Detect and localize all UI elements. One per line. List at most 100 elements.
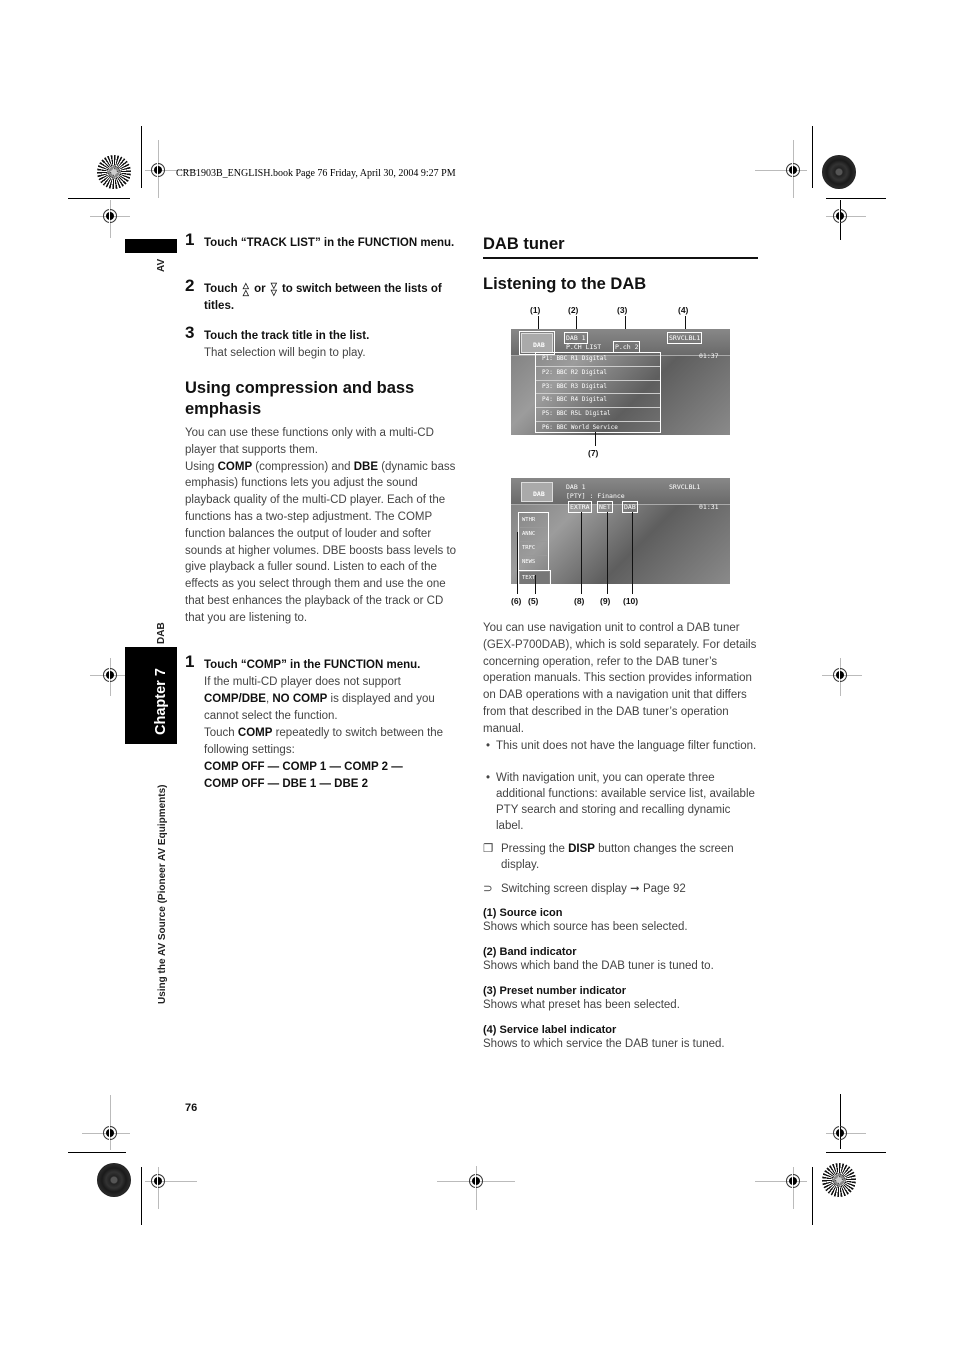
title-rule (483, 257, 758, 259)
step-2-switch-lists: 2 Touch △ △ or ▽ ▽ to switch between the l… (185, 276, 465, 315)
source-icon: DAB (519, 331, 555, 355)
print-header: CRB1903B_ENGLISH.book Page 76 Friday, Ap… (176, 168, 456, 179)
comp-term: COMP (217, 460, 253, 473)
registration-target-icon (151, 158, 165, 182)
crop-mark (68, 198, 130, 199)
bullet-item: • This unit does not have the language f… (486, 740, 757, 752)
dab-screen-preset-list: DAB DAB 1 P.CH LIST P.ch 2 SRVCLBL1 01:3… (511, 329, 730, 435)
registration-target-icon (103, 1121, 117, 1145)
service-label-indicator: SRVCLBL1 (666, 332, 703, 344)
subsection-title-listening: Listening to the DAB (483, 275, 647, 293)
preset-list-item[interactable]: P5: BBC R5L Digital (536, 408, 660, 422)
dab-intro-paragraph: You can use navigation unit to control a… (483, 622, 757, 735)
news-button[interactable]: NEWS (520, 556, 547, 569)
preset-list: P1: BBC R1 Digital P2: BBC R2 Digital P3… (535, 352, 661, 433)
callout-1: (1) (530, 305, 541, 315)
preset-list-item[interactable]: P3: BBC R3 Digital (536, 381, 660, 395)
step-number: 3 (185, 323, 195, 342)
pty-label: [PTY] : Finance (566, 492, 625, 500)
note-checkbox-icon: ❐ (483, 843, 494, 855)
definition-text: Shows which band the DAB tuner is tuned … (483, 960, 714, 972)
registration-target-icon (469, 1169, 483, 1193)
page-up-icon: △ △ (242, 280, 249, 297)
step-title: Touch the track title in the list. (204, 330, 370, 342)
step-description: That selection will begin to play. (204, 347, 366, 359)
callout-leader (517, 532, 518, 594)
step-description: Touch COMP repeatedly to switch between … (204, 727, 444, 756)
chapter-tab (125, 647, 177, 744)
definition-text: Shows which source has been selected. (483, 921, 688, 933)
crop-mark (476, 1166, 477, 1210)
crop-mark (110, 1095, 111, 1150)
crop-mark (826, 198, 886, 199)
section-title-dab-tuner: DAB tuner (483, 235, 565, 253)
band-indicator: DAB 1 (564, 332, 588, 344)
callout-9: (9) (600, 596, 611, 606)
disp-term: DISP (568, 843, 595, 855)
section-heading-compression: Using compression and bass emphasis (185, 379, 415, 418)
arrow-right-icon: ➞ (630, 883, 640, 895)
crop-mark (812, 126, 813, 188)
preset-list-item[interactable]: P6: BBC World Service (536, 422, 660, 435)
definition-title: (1) Source icon (483, 907, 563, 919)
callout-leader (595, 432, 596, 446)
color-registration-starburst-icon (822, 1163, 856, 1197)
dab-button[interactable]: DAB (622, 501, 638, 513)
preset-list-item[interactable]: P4: BBC R4 Digital (536, 394, 660, 409)
registration-target-icon (833, 204, 847, 228)
color-registration-disc-icon (97, 1163, 131, 1197)
step-description: If the multi-CD player does not support … (204, 676, 435, 722)
clock: 01:31 (699, 503, 719, 511)
registration-target-icon (103, 204, 117, 228)
trfc-button[interactable]: TRFC (520, 542, 547, 556)
registration-target-icon (833, 1121, 847, 1145)
xref-page-link[interactable]: Page 92 (643, 883, 686, 895)
compression-intro: You can use these functions only with a … (185, 425, 460, 627)
note-item: ❐ Pressing the DISP button changes the s… (483, 843, 734, 871)
callout-4: (4) (678, 305, 689, 315)
callout-2: (2) (568, 305, 579, 315)
callout-5: (5) (528, 596, 539, 606)
band-indicator: DAB 1 (566, 483, 586, 491)
step-title: Touch “COMP” in the FUNCTION menu. (204, 659, 421, 671)
definition-text: Shows to which service the DAB tuner is … (483, 1038, 725, 1050)
step-number: 2 (185, 276, 195, 295)
sidebar-section-label: DAB (156, 622, 167, 644)
comp-sequence: COMP OFF — COMP 1 — COMP 2 — (204, 761, 403, 773)
announcement-buttons: WTHR ANNC TRFC NEWS (518, 512, 549, 571)
service-label-indicator: SRVCLBL1 (669, 483, 701, 491)
step-number: 1 (185, 230, 195, 249)
page-number: 76 (185, 1102, 198, 1114)
callout-leader (607, 512, 608, 594)
registration-target-icon (833, 663, 847, 687)
dab-screen-pty: DAB DAB 1 [PTY] : Finance SRVCLBL1 01:31… (511, 478, 730, 584)
callout-leader (535, 575, 536, 594)
step-title: Touch “TRACK LIST” in the FUNCTION menu. (204, 237, 455, 249)
step-title-part: Touch (204, 283, 238, 295)
page-down-icon: ▽ ▽ (270, 280, 277, 297)
wthr-button[interactable]: WTHR (520, 514, 547, 528)
bullet-icon: • (486, 740, 491, 752)
registration-target-icon (103, 663, 117, 687)
intro-paragraph: Using COMP (compression) and DBE (dynami… (185, 460, 457, 624)
clock: 01:37 (699, 352, 719, 360)
reference-arrow-icon: ⊃ (483, 883, 493, 895)
color-registration-starburst-icon (97, 155, 131, 189)
crop-mark (826, 1152, 886, 1153)
annc-button[interactable]: ANNC (520, 528, 547, 542)
net-button[interactable]: NET (597, 501, 613, 513)
preset-list-item[interactable]: P2: BBC R2 Digital (536, 367, 660, 381)
definition-title: (4) Service label indicator (483, 1024, 617, 1036)
callout-leader (632, 512, 633, 594)
callout-leader (581, 512, 582, 594)
intro-paragraph: You can use these functions only with a … (185, 427, 434, 456)
registration-target-icon (786, 1169, 800, 1193)
registration-target-icon (151, 1169, 165, 1193)
comp-sequence: COMP OFF — DBE 1 — DBE 2 (204, 778, 369, 790)
preset-list-item[interactable]: P1: BBC R1 Digital (536, 353, 660, 367)
crop-mark (812, 1167, 813, 1225)
bullet-item: • With navigation unit, you can operate … (486, 772, 755, 832)
extra-button[interactable]: EXTRA (568, 501, 592, 513)
callout-8: (8) (574, 596, 585, 606)
color-registration-disc-icon (822, 155, 856, 189)
